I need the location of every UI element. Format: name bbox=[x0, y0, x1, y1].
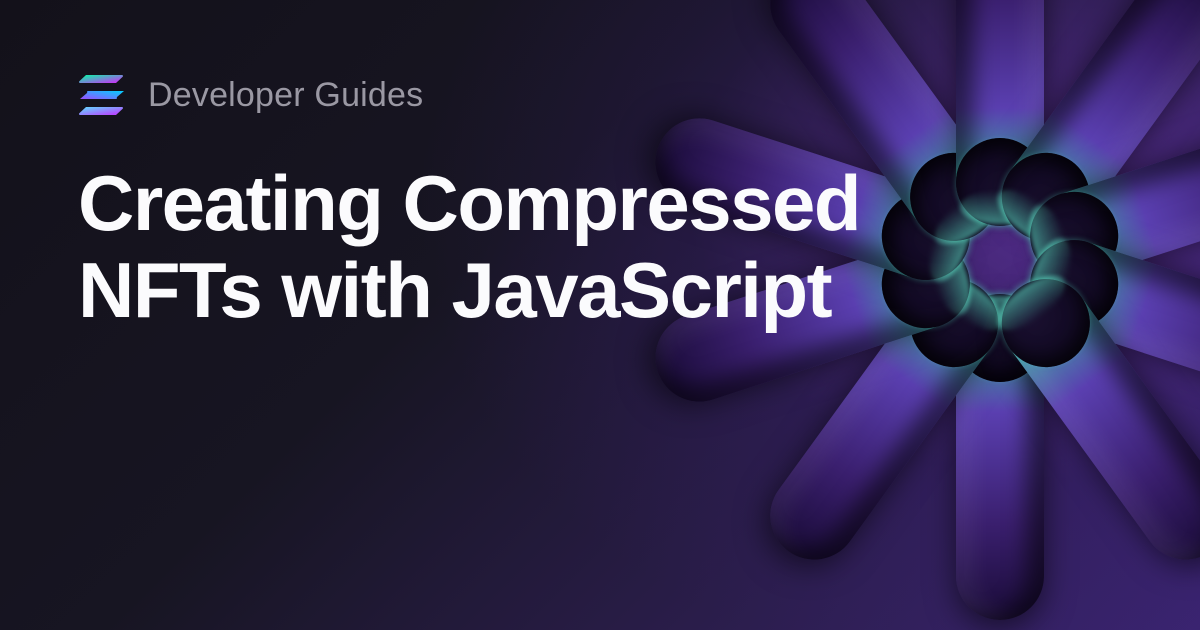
content-area: Developer Guides Creating Compressed NFT… bbox=[0, 0, 1200, 409]
page-title: Creating Compressed NFTs with JavaScript bbox=[78, 160, 978, 335]
category-label: Developer Guides bbox=[148, 76, 423, 115]
solana-logo-icon bbox=[78, 74, 126, 116]
header: Developer Guides bbox=[78, 74, 1122, 116]
